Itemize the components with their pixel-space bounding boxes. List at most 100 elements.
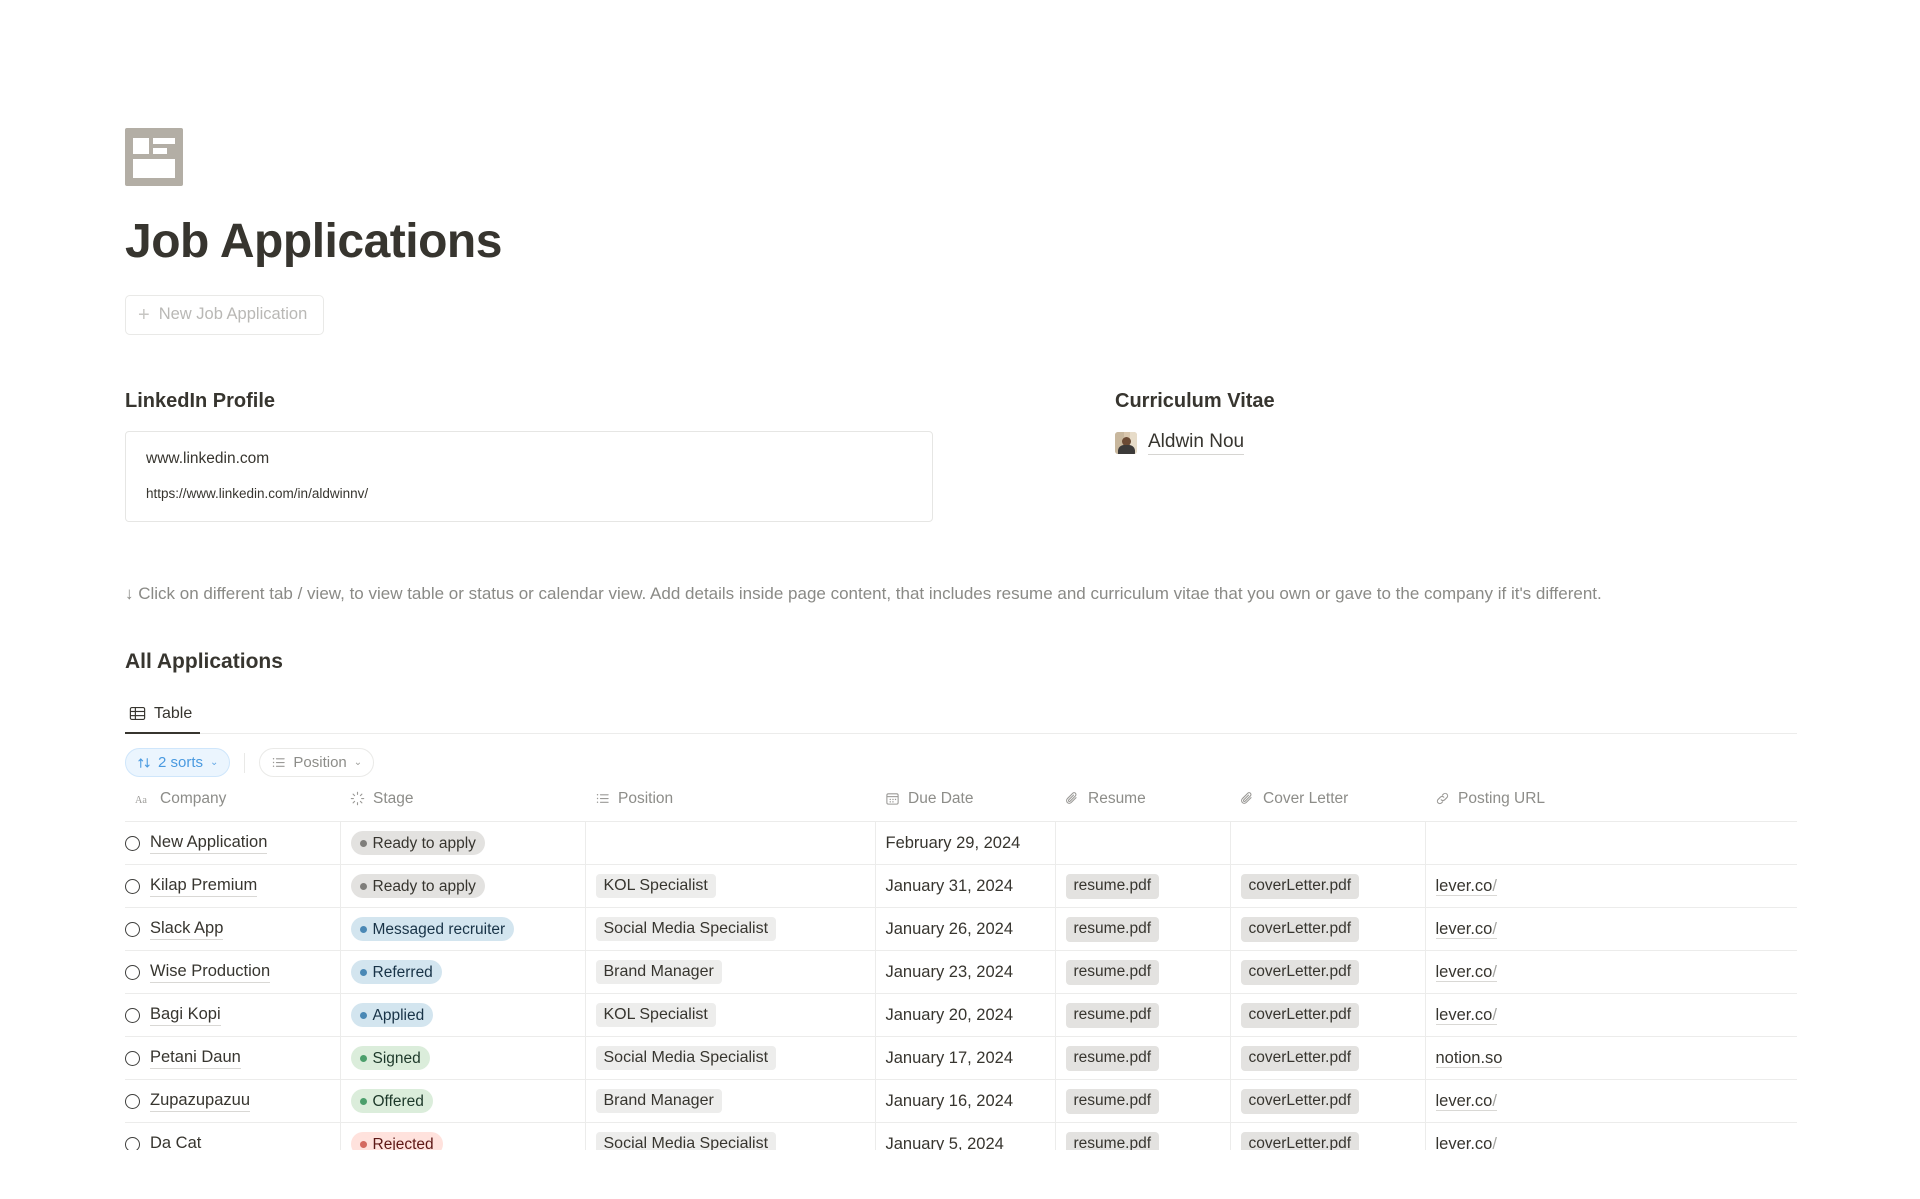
cell-posting-url[interactable] (1425, 821, 1797, 866)
cell-due-date[interactable]: February 29, 2024 (875, 821, 1056, 866)
column-header-stage[interactable]: Stage (340, 789, 585, 823)
table-row[interactable]: Zupazupazuu Offered Brand Manager January 1… (125, 1079, 1797, 1124)
article-page-icon[interactable] (125, 128, 183, 186)
cell-stage[interactable]: Signed (340, 1036, 586, 1081)
cell-position[interactable]: Social Media Specialist (585, 1036, 876, 1081)
resume-file-chip[interactable]: resume.pdf (1065, 1045, 1160, 1071)
cell-due-date[interactable]: January 17, 2024 (875, 1036, 1056, 1081)
resume-file-chip[interactable]: resume.pdf (1065, 873, 1160, 899)
cell-resume[interactable]: resume.pdf (1055, 1122, 1231, 1150)
table-row[interactable]: Kilap Premium Ready to apply KOL Specialis… (125, 864, 1797, 909)
column-header-position[interactable]: Position (585, 789, 875, 823)
cell-posting-url[interactable]: notion.so (1425, 1036, 1797, 1081)
cell-posting-url[interactable]: lever.co/ (1425, 1079, 1797, 1124)
cell-stage[interactable]: Applied (340, 993, 586, 1038)
cell-cover-letter[interactable]: coverLetter.pdf (1230, 1079, 1426, 1124)
cell-cover-letter[interactable]: coverLetter.pdf (1230, 1122, 1426, 1150)
cell-position[interactable]: Brand Manager (585, 1079, 876, 1124)
cell-cover-letter[interactable]: coverLetter.pdf (1230, 950, 1426, 995)
column-header-due-date[interactable]: Due Date (875, 789, 1055, 823)
company-name-link[interactable]: Da Cat (150, 1134, 201, 1150)
company-name-link[interactable]: Wise Production (150, 962, 271, 983)
posting-url-link[interactable]: notion.so (1435, 1048, 1503, 1068)
cell-posting-url[interactable]: lever.co/ (1425, 950, 1797, 995)
posting-url-link[interactable]: lever.co/ (1435, 962, 1497, 982)
resume-file-chip[interactable]: resume.pdf (1065, 1002, 1160, 1028)
column-header-cover-letter[interactable]: Cover Letter (1230, 789, 1425, 823)
cv-person-link[interactable]: Aldwin Nou (1115, 431, 1245, 455)
table-row[interactable]: Bagi Kopi Applied KOL Specialist January 20… (125, 993, 1797, 1038)
cover-letter-file-chip[interactable]: coverLetter.pdf (1240, 1045, 1360, 1071)
posting-url-link[interactable]: lever.co/ (1435, 1091, 1497, 1111)
cell-due-date[interactable]: January 23, 2024 (875, 950, 1056, 995)
cell-resume[interactable]: resume.pdf (1055, 950, 1231, 995)
cell-resume[interactable]: resume.pdf (1055, 864, 1231, 909)
cell-due-date[interactable]: January 20, 2024 (875, 993, 1056, 1038)
linkedin-bookmark-card[interactable]: www.linkedin.com https://www.linkedin.co… (125, 430, 933, 522)
cell-cover-letter[interactable]: coverLetter.pdf (1230, 864, 1426, 909)
new-job-application-button[interactable]: + New Job Application (125, 294, 325, 335)
sorts-chip[interactable]: 2 sorts ⌄ (125, 748, 231, 778)
table-row[interactable]: Wise Production Referred Brand Manager Janu… (125, 950, 1797, 995)
cover-letter-file-chip[interactable]: coverLetter.pdf (1240, 1002, 1360, 1028)
table-row[interactable]: Slack App Messaged recruiter Social Media … (125, 907, 1797, 952)
posting-url-link[interactable]: lever.co/ (1435, 919, 1497, 939)
company-name-link[interactable]: Petani Daun (150, 1048, 241, 1069)
cell-posting-url[interactable]: lever.co/ (1425, 1122, 1797, 1150)
table-scroll-region[interactable]: Aa Company Stage Position Due Date Resum… (125, 778, 1920, 1150)
table-row[interactable]: New Application Ready to apply February 29… (125, 821, 1797, 866)
cell-position[interactable]: Social Media Specialist (585, 1122, 876, 1150)
row-select-radio[interactable] (125, 1136, 140, 1150)
cell-resume[interactable]: resume.pdf (1055, 1036, 1231, 1081)
cell-stage[interactable]: Referred (340, 950, 586, 995)
tab-table[interactable]: Table (125, 705, 201, 734)
cell-stage[interactable]: Ready to apply (340, 864, 586, 909)
cell-position[interactable] (585, 821, 876, 866)
cell-posting-url[interactable]: lever.co/ (1425, 864, 1797, 909)
row-select-radio[interactable] (125, 878, 140, 894)
cell-resume[interactable]: resume.pdf (1055, 993, 1231, 1038)
company-name-link[interactable]: Bagi Kopi (150, 1005, 221, 1026)
cell-cover-letter[interactable] (1230, 821, 1426, 866)
row-select-radio[interactable] (125, 835, 140, 851)
posting-url-link[interactable]: lever.co/ (1435, 1005, 1497, 1025)
cover-letter-file-chip[interactable]: coverLetter.pdf (1240, 1088, 1360, 1114)
cover-letter-file-chip[interactable]: coverLetter.pdf (1240, 959, 1360, 985)
cell-posting-url[interactable]: lever.co/ (1425, 907, 1797, 952)
cell-cover-letter[interactable]: coverLetter.pdf (1230, 907, 1426, 952)
cell-due-date[interactable]: January 31, 2024 (875, 864, 1056, 909)
cell-stage[interactable]: Messaged recruiter (340, 907, 586, 952)
cell-stage[interactable]: Offered (340, 1079, 586, 1124)
cell-position[interactable]: Brand Manager (585, 950, 876, 995)
resume-file-chip[interactable]: resume.pdf (1065, 1131, 1160, 1150)
row-select-radio[interactable] (125, 921, 140, 937)
cell-due-date[interactable]: January 5, 2024 (875, 1122, 1056, 1150)
cell-stage[interactable]: Ready to apply (340, 821, 586, 866)
cell-resume[interactable]: resume.pdf (1055, 907, 1231, 952)
cell-cover-letter[interactable]: coverLetter.pdf (1230, 993, 1426, 1038)
cover-letter-file-chip[interactable]: coverLetter.pdf (1240, 1131, 1360, 1150)
company-name-link[interactable]: Slack App (150, 919, 224, 940)
posting-url-link[interactable]: lever.co/ (1435, 1134, 1497, 1150)
cell-posting-url[interactable]: lever.co/ (1425, 993, 1797, 1038)
company-name-link[interactable]: Zupazupazuu (150, 1091, 250, 1112)
row-select-radio[interactable] (125, 1007, 140, 1023)
row-select-radio[interactable] (125, 1093, 140, 1109)
company-name-link[interactable]: New Application (150, 833, 268, 854)
resume-file-chip[interactable]: resume.pdf (1065, 1088, 1160, 1114)
table-row[interactable]: Da Cat Rejected Social Media Specialist Jan… (125, 1122, 1797, 1150)
table-row[interactable]: Petani Daun Signed Social Media Specialist… (125, 1036, 1797, 1081)
posting-url-link[interactable]: lever.co/ (1435, 876, 1497, 896)
company-name-link[interactable]: Kilap Premium (150, 876, 258, 897)
column-header-posting-url[interactable]: Posting URL (1425, 789, 1797, 823)
cell-stage[interactable]: Rejected (340, 1122, 586, 1150)
row-select-radio[interactable] (125, 1050, 140, 1066)
filter-chip-position[interactable]: Position ⌄ (259, 748, 375, 778)
cell-position[interactable]: KOL Specialist (585, 993, 876, 1038)
cell-resume[interactable]: resume.pdf (1055, 1079, 1231, 1124)
cover-letter-file-chip[interactable]: coverLetter.pdf (1240, 873, 1360, 899)
column-header-company[interactable]: Aa Company (125, 789, 340, 823)
cell-due-date[interactable]: January 16, 2024 (875, 1079, 1056, 1124)
cell-cover-letter[interactable]: coverLetter.pdf (1230, 1036, 1426, 1081)
cell-position[interactable]: KOL Specialist (585, 864, 876, 909)
